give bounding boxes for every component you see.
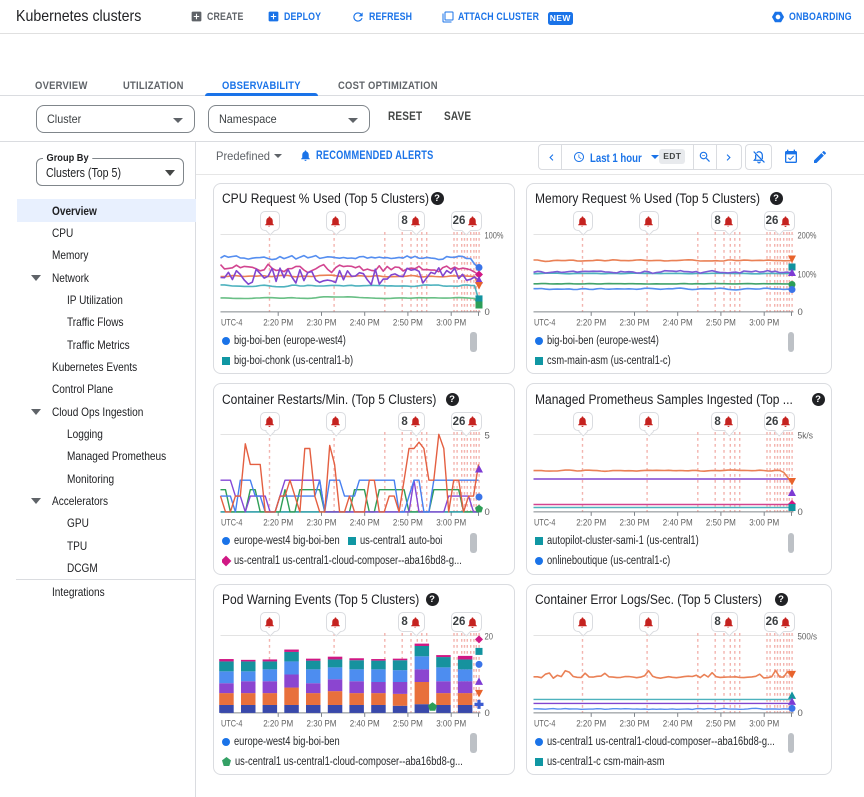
svg-text:5: 5 bbox=[484, 431, 489, 442]
svg-text:100%: 100% bbox=[797, 269, 816, 280]
svg-text:0: 0 bbox=[484, 708, 489, 719]
svg-text:2:40 PM: 2:40 PM bbox=[662, 718, 692, 729]
svg-text:2:20 PM: 2:20 PM bbox=[263, 718, 293, 729]
svg-text:2:50 PM: 2:50 PM bbox=[705, 317, 735, 328]
svg-text:200%: 200% bbox=[797, 230, 816, 241]
svg-text:2:50 PM: 2:50 PM bbox=[705, 518, 735, 529]
svg-text:2:20 PM: 2:20 PM bbox=[263, 518, 293, 529]
svg-text:5k/s: 5k/s bbox=[797, 431, 813, 442]
svg-text:3:00 PM: 3:00 PM bbox=[436, 518, 466, 529]
svg-text:UTC-4: UTC-4 bbox=[221, 317, 243, 328]
svg-text:20: 20 bbox=[484, 631, 493, 642]
svg-text:2:30 PM: 2:30 PM bbox=[306, 518, 336, 529]
svg-text:2:30 PM: 2:30 PM bbox=[619, 718, 649, 729]
svg-text:0: 0 bbox=[484, 307, 489, 318]
svg-text:2:20 PM: 2:20 PM bbox=[576, 317, 606, 328]
svg-text:3:00 PM: 3:00 PM bbox=[436, 317, 466, 328]
svg-text:0: 0 bbox=[797, 507, 802, 518]
svg-text:2:30 PM: 2:30 PM bbox=[306, 718, 336, 729]
svg-text:2:40 PM: 2:40 PM bbox=[349, 518, 379, 529]
svg-text:0: 0 bbox=[797, 307, 802, 318]
svg-text:UTC-4: UTC-4 bbox=[221, 518, 243, 529]
svg-text:UTC-4: UTC-4 bbox=[534, 518, 556, 529]
svg-text:2:40 PM: 2:40 PM bbox=[662, 317, 692, 328]
svg-text:2:30 PM: 2:30 PM bbox=[619, 317, 649, 328]
svg-text:100%: 100% bbox=[484, 230, 503, 241]
svg-text:3:00 PM: 3:00 PM bbox=[749, 718, 779, 729]
svg-text:2:50 PM: 2:50 PM bbox=[392, 518, 422, 529]
svg-text:2:40 PM: 2:40 PM bbox=[662, 518, 692, 529]
svg-text:2:20 PM: 2:20 PM bbox=[576, 718, 606, 729]
svg-text:2:30 PM: 2:30 PM bbox=[306, 317, 336, 328]
svg-text:0: 0 bbox=[484, 507, 489, 518]
svg-text:UTC-4: UTC-4 bbox=[534, 718, 556, 729]
svg-text:UTC-4: UTC-4 bbox=[221, 718, 243, 729]
svg-text:2:20 PM: 2:20 PM bbox=[263, 317, 293, 328]
svg-text:2:50 PM: 2:50 PM bbox=[392, 718, 422, 729]
svg-text:2:40 PM: 2:40 PM bbox=[349, 718, 379, 729]
svg-text:0: 0 bbox=[797, 708, 802, 719]
svg-text:2:20 PM: 2:20 PM bbox=[576, 518, 606, 529]
svg-text:2:50 PM: 2:50 PM bbox=[705, 718, 735, 729]
svg-text:2:30 PM: 2:30 PM bbox=[619, 518, 649, 529]
svg-text:3:00 PM: 3:00 PM bbox=[749, 518, 779, 529]
svg-text:3:00 PM: 3:00 PM bbox=[749, 317, 779, 328]
svg-text:UTC-4: UTC-4 bbox=[534, 317, 556, 328]
svg-text:2:40 PM: 2:40 PM bbox=[349, 317, 379, 328]
svg-text:3:00 PM: 3:00 PM bbox=[436, 718, 466, 729]
svg-text:2:50 PM: 2:50 PM bbox=[392, 317, 422, 328]
svg-text:500/s: 500/s bbox=[797, 631, 817, 642]
